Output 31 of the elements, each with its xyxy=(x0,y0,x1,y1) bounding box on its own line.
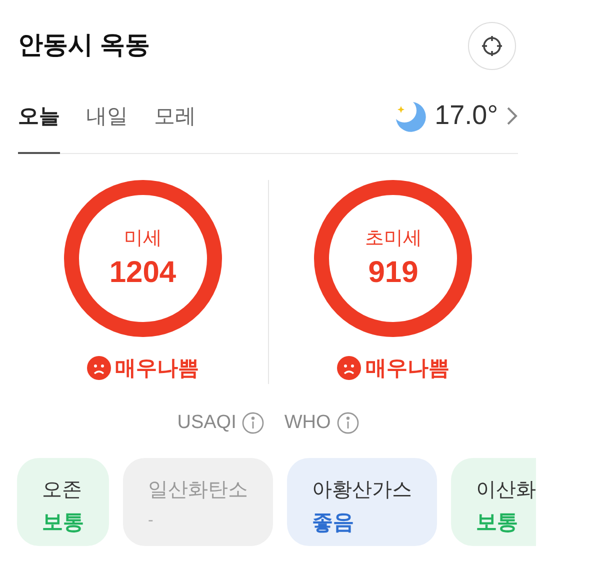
info-icon xyxy=(242,412,264,434)
pollutant-card[interactable]: 오존 보통 xyxy=(17,458,109,546)
pollutant-value: 919 xyxy=(368,254,418,291)
locate-button[interactable] xyxy=(468,22,516,70)
location-title: 안동시 옥동 xyxy=(18,30,150,62)
standard-button[interactable]: USAQI xyxy=(177,409,264,438)
day-tab[interactable]: 내일 xyxy=(86,92,128,154)
standard-button[interactable]: WHO xyxy=(284,409,359,438)
card-title: 일산화탄소 xyxy=(148,478,248,502)
pollutant-card[interactable]: 이산화 보통 xyxy=(451,458,536,546)
pollutant-value: 1204 xyxy=(109,254,176,291)
status-text: 매우나쁨 xyxy=(114,356,199,382)
pollutant-card[interactable]: 아황산가스 좋음 xyxy=(287,458,437,546)
crosshair-icon xyxy=(480,34,504,58)
pollutant-label: 미세 xyxy=(124,227,162,252)
card-title: 오존 xyxy=(42,478,83,502)
status-text: 매우나쁨 xyxy=(365,356,450,382)
info-icon xyxy=(336,412,359,434)
card-status: 보통 xyxy=(42,510,84,536)
pollutant-label: 초미세 xyxy=(364,227,422,252)
card-title: 이산화 xyxy=(476,478,536,502)
chevron-right-icon[interactable] xyxy=(506,106,518,126)
card-status: 보통 xyxy=(476,510,518,536)
card-title: 아황산가스 xyxy=(312,478,412,502)
sad-face-icon xyxy=(86,356,111,380)
sad-face-icon xyxy=(337,356,362,380)
card-status: - xyxy=(148,510,154,530)
day-tab[interactable]: 오늘 xyxy=(18,92,60,154)
card-status: 좋음 xyxy=(312,510,354,536)
temperature: 17.0° xyxy=(434,99,498,132)
day-tab[interactable]: 모레 xyxy=(154,92,196,154)
